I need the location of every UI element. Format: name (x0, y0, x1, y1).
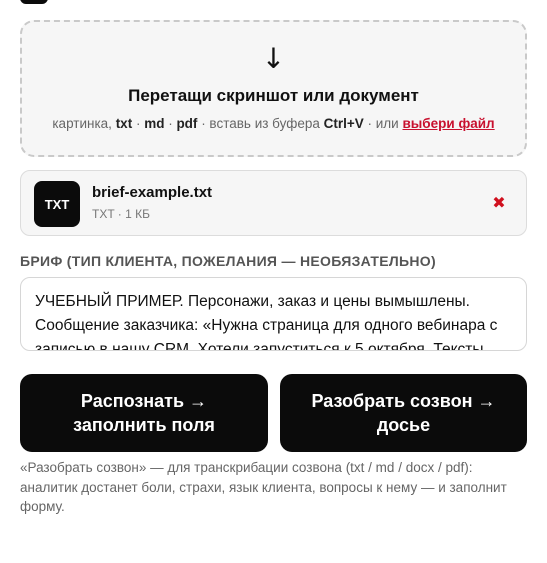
choose-file-link[interactable]: выбери файл (402, 116, 494, 131)
file-meta: TXT · 1 КБ (92, 207, 150, 221)
remove-file-button[interactable]: ✖ (490, 193, 508, 213)
paste-shortcut: Ctrl+V (323, 116, 364, 131)
brief-textarea[interactable]: УЧЕБНЫЙ ПРИМЕР. Персонажи, заказ и цены … (20, 277, 527, 351)
download-arrow-icon: ↓ (261, 42, 286, 75)
parse-call-hint: «Разобрать созвон» — для транскрибации с… (20, 460, 507, 514)
dropzone-title: Перетащи скриншот или документ (128, 86, 419, 105)
attached-file-card: TXT brief-example.txt TXT · 1 КБ ✖ (20, 170, 527, 236)
dropzone-hint: картинка, txt · md · pdf · вставь из буф… (52, 116, 495, 131)
recognize-fill-button[interactable]: Распознать → заполнить поля (20, 374, 268, 452)
app-logo (20, 0, 48, 4)
file-dropzone[interactable]: ↓ Перетащи скриншот или документ картинк… (20, 20, 527, 157)
parse-call-button[interactable]: Разобрать созвон → досье (280, 374, 527, 452)
file-name: brief-example.txt (92, 184, 213, 201)
file-type-icon: TXT (34, 181, 80, 227)
brief-label: БРИФ (ТИП КЛИЕНТА, ПОЖЕЛАНИЯ — НЕОБЯЗАТЕ… (20, 253, 436, 269)
